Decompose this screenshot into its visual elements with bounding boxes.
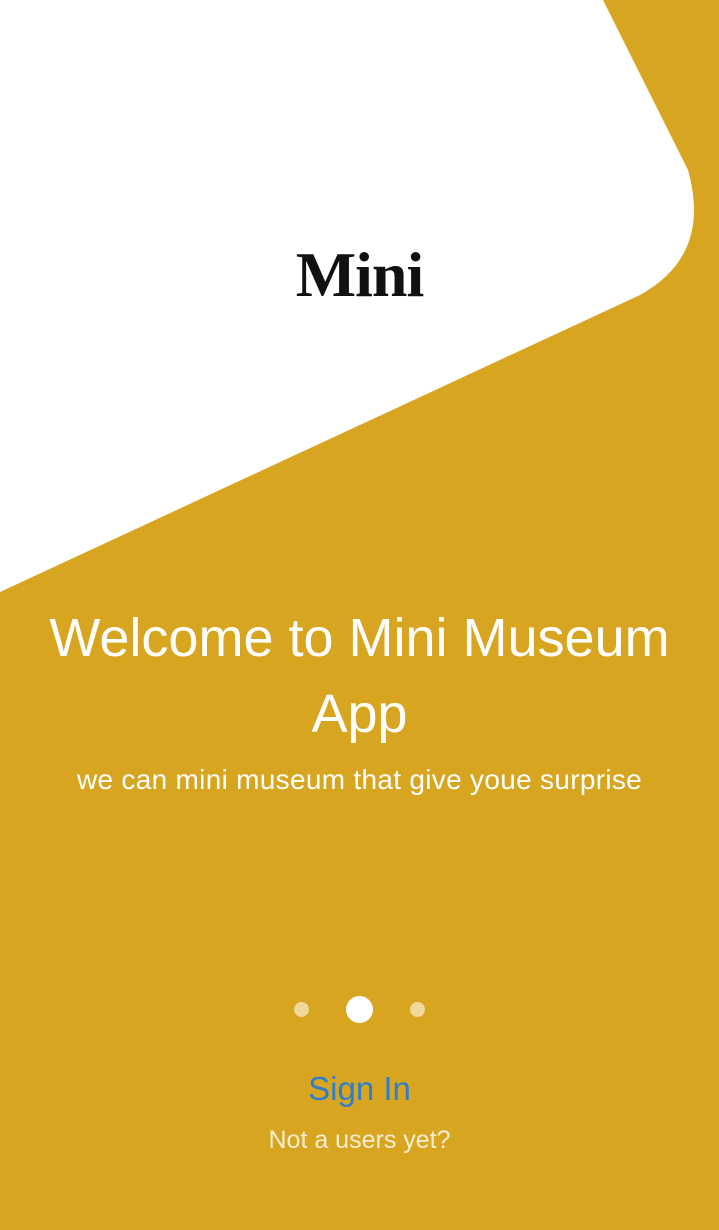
welcome-screen: Mini Welcome to Mini Museum App we can m… (0, 0, 719, 1230)
page-dot-3[interactable] (410, 1002, 425, 1017)
page-indicator (0, 994, 719, 1024)
welcome-subtitle: we can mini museum that give youe surpri… (76, 764, 643, 795)
not-a-user-link[interactable]: Not a users yet? (0, 1126, 719, 1155)
page-dot-1[interactable] (294, 1002, 309, 1017)
app-logo: Mini (295, 239, 425, 310)
welcome-title-line-1: Welcome to Mini Museum (49, 608, 670, 668)
page-dot-2-active[interactable] (346, 996, 373, 1023)
welcome-title-line-2: App (311, 684, 408, 744)
welcome-title: Welcome to Mini Museum App (0, 600, 719, 752)
sign-in-button[interactable]: Sign In (0, 1070, 719, 1108)
